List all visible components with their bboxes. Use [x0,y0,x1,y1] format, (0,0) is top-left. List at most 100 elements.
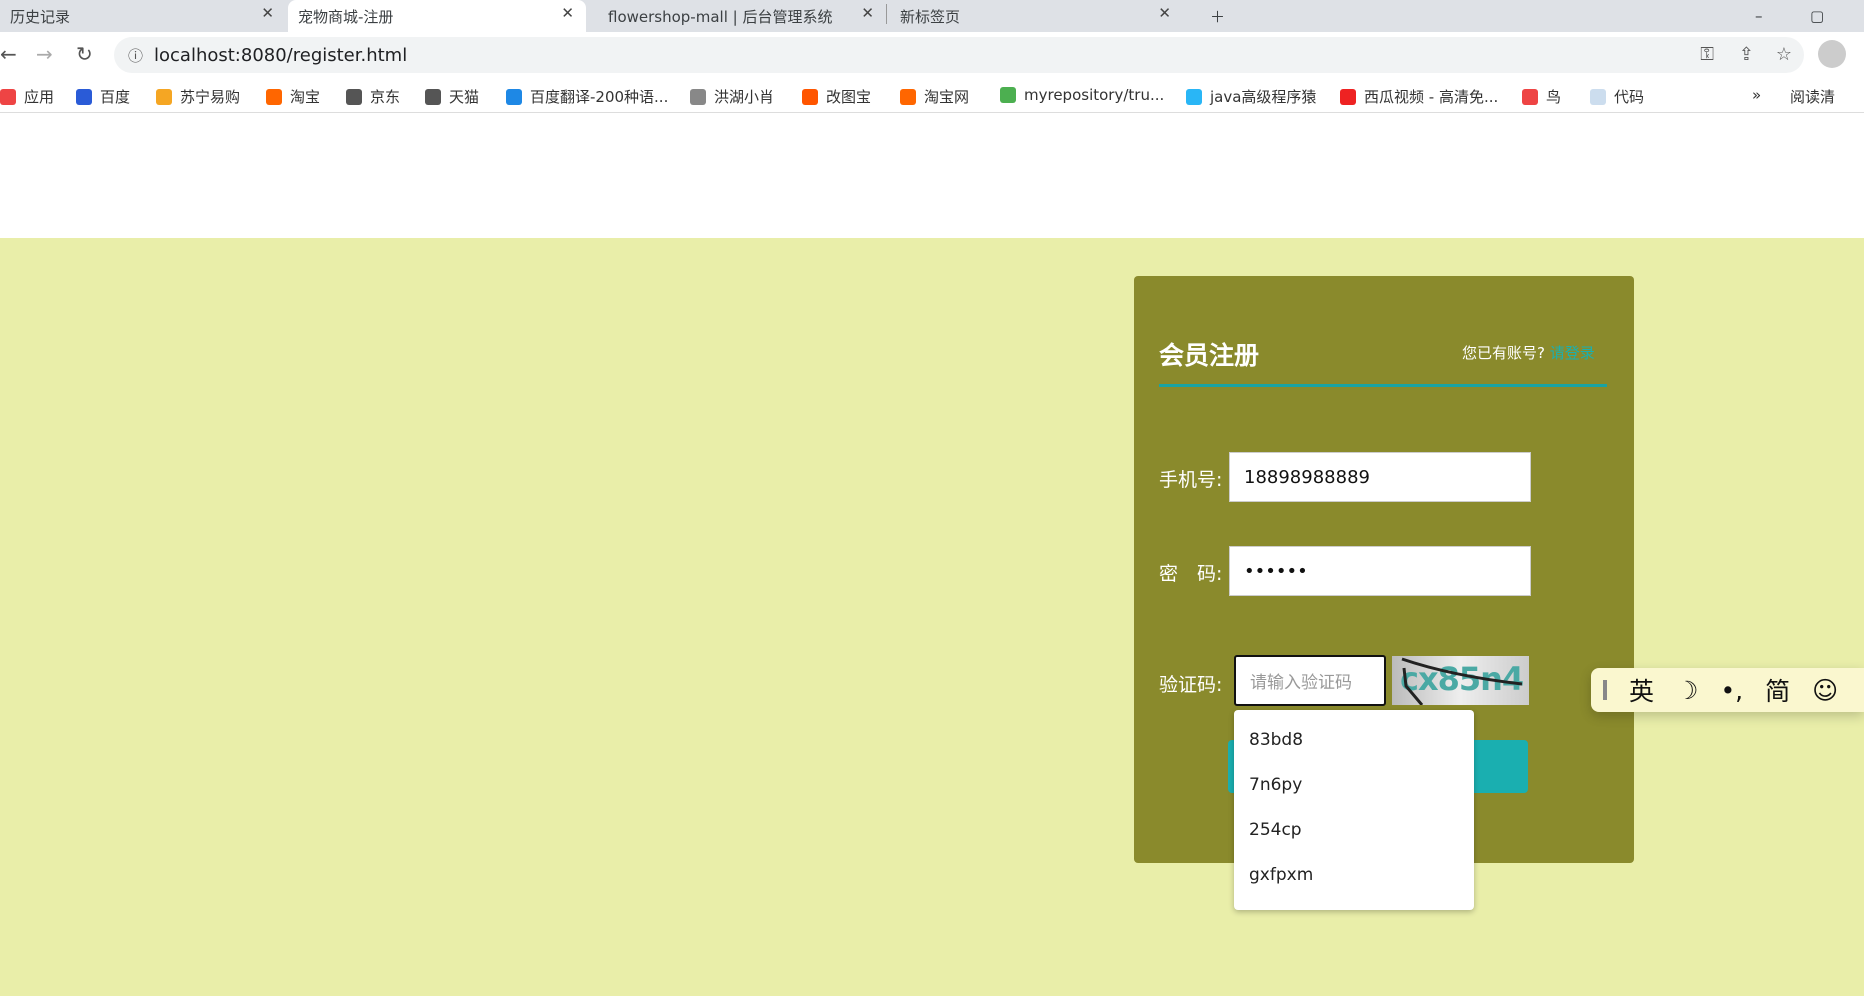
tab-flowershop[interactable]: flowershop-mall | 后台管理系统 ✕ [598,0,886,32]
bookmark-label: myrepository/tru... [1024,86,1165,104]
bookmark-icon [690,88,706,105]
bookmark-item[interactable]: 天猫 [425,86,479,107]
bookmark-icon [802,88,818,105]
bookmark-label: 西瓜视频 - 高清免... [1364,88,1499,106]
bookmark-label: 淘宝网 [924,88,970,106]
close-icon[interactable]: ✕ [561,4,574,22]
password-input[interactable]: •••••• [1229,546,1531,596]
phone-label: 手机号: [1159,469,1223,491]
bookmark-icon [266,88,282,105]
login-link[interactable]: 请登录 [1550,344,1595,362]
bookmark-icon [1340,88,1356,105]
autocomplete-option[interactable]: 83bd8 [1249,730,1303,750]
bookmark-item[interactable]: 京东 [346,86,400,107]
close-icon[interactable]: ✕ [261,4,274,22]
info-icon[interactable]: ⓘ [128,45,143,66]
captcha-image[interactable]: cx85n4 [1392,656,1529,705]
tab-label: 历史记录 [10,7,71,26]
bookmark-icon [346,88,362,105]
bookmarks-bar: 应用 百度 苏宁易购 淘宝 京东 天猫 百度翻译-200种语... 洪湖小肖 改图宝 淘宝网 myr… [0,78,1864,113]
reading-list-label: 阅读清 [1790,88,1836,106]
page-header-area [0,113,1864,238]
bookmark-item[interactable]: myrepository/tru... [1000,86,1164,104]
tab-register[interactable]: 宠物商城-注册 ✕ [288,0,586,32]
bookmark-icon [0,88,16,105]
bookmark-icon [1000,87,1016,103]
close-icon[interactable]: ✕ [861,4,874,22]
tab-history[interactable]: 历史记录 ✕ [0,0,286,32]
url-text: localhost:8080/register.html [154,44,408,66]
tab-label: 宠物商城-注册 [298,7,394,26]
close-icon[interactable]: ✕ [1158,4,1171,22]
minimize-icon[interactable]: – [1745,0,1763,32]
ime-english-toggle[interactable]: 英 [1629,672,1654,708]
bookmark-label: 苏宁易购 [180,88,241,106]
bookmark-item[interactable]: 改图宝 [802,86,871,107]
address-bar-row: ← → ↻ ⓘ localhost:8080/register.html ⚿ ⇪ … [0,32,1864,78]
profile-avatar[interactable] [1818,40,1846,68]
bookmark-label: 百度 [100,88,131,106]
bookmark-item[interactable]: 西瓜视频 - 高清免... [1340,86,1498,107]
have-account-text: 您已有账号? [1462,344,1545,362]
phone-input[interactable]: 18898988889 [1229,452,1531,502]
autocomplete-option[interactable]: 254cp [1249,820,1302,840]
tab-newtab[interactable]: 新标签页 ✕ [890,0,1183,32]
bookmark-item[interactable]: 苏宁易购 [156,86,240,107]
ime-moon-icon[interactable]: ☽ [1676,676,1698,705]
bookmark-label: 代码 [1614,88,1645,106]
key-icon[interactable]: ⚿ [1700,44,1714,65]
bookmark-item[interactable]: 百度翻译-200种语... [506,86,668,107]
bookmark-item[interactable]: 淘宝网 [900,86,969,107]
bookmark-label: 改图宝 [826,88,872,106]
bookmark-item[interactable]: java高级程序猿 [1186,86,1316,107]
bookmark-icon [425,88,441,105]
bookmark-item[interactable]: 淘宝 [266,86,320,107]
captcha-label: 验证码: [1159,674,1223,696]
bookmark-item[interactable]: 百度 [76,86,130,107]
password-label: 密 码: [1159,563,1223,585]
autocomplete-option[interactable]: 7n6py [1249,775,1302,795]
bookmark-label: 淘宝 [290,88,321,106]
bookmark-item[interactable]: 应用 [0,86,54,107]
reload-icon[interactable]: ↻ [76,42,93,66]
page-title: 会员注册 [1159,341,1260,370]
divider [1159,384,1607,387]
bookmark-item[interactable]: 鸟 [1522,86,1561,107]
autocomplete-dropdown: 83bd8 7n6py 254cp gxfpxm [1234,710,1474,910]
bookmark-item[interactable]: 代码 [1590,86,1644,107]
captcha-input[interactable]: 请输入验证码 [1234,655,1386,706]
more-bookmarks-icon[interactable]: » [1752,86,1761,104]
bookmark-icon [76,88,92,105]
restore-icon[interactable]: ▢ [1800,0,1824,32]
bookmark-icon [900,88,916,105]
ime-emoji-icon[interactable]: ☺ [1812,676,1838,705]
bookmark-label: 应用 [24,88,55,106]
bookmark-item[interactable]: 洪湖小肖 [690,86,774,107]
bookmark-icon [1590,88,1606,105]
share-icon[interactable]: ⇪ [1739,44,1754,65]
bookmark-icon [156,88,172,105]
tab-label: flowershop-mall | 后台管理系统 [608,7,833,26]
reading-list-button[interactable]: 阅读清 [1790,86,1835,107]
ime-simplified-toggle[interactable]: 简 [1765,672,1790,708]
bookmark-icon [506,88,522,105]
forward-icon[interactable]: → [36,42,53,66]
drag-handle[interactable] [1603,680,1607,700]
new-tab-button[interactable]: ＋ [1200,0,1225,32]
login-prompt: 您已有账号? 请登录 [1462,342,1595,363]
bookmark-label: java高级程序猿 [1210,88,1317,106]
bookmark-label: 京东 [370,88,401,106]
ime-punctuation-icon[interactable]: •, [1720,676,1743,705]
bookmark-label: 鸟 [1546,88,1562,106]
star-icon[interactable]: ☆ [1776,44,1792,65]
bookmark-label: 天猫 [449,88,480,106]
bookmark-label: 洪湖小肖 [714,88,775,106]
autocomplete-option[interactable]: gxfpxm [1249,865,1313,885]
bookmark-label: 百度翻译-200种语... [530,88,669,106]
url-input[interactable]: ⓘ localhost:8080/register.html ⚿ ⇪ ☆ [114,37,1804,73]
back-icon[interactable]: ← [0,42,17,66]
bookmark-icon [1522,88,1538,105]
tab-label: 新标签页 [900,7,961,26]
ime-toolbar: 英 ☽ •, 简 ☺ [1591,668,1864,712]
tab-bar: 历史记录 ✕ 宠物商城-注册 ✕ flowershop-mall | 后台管理系统 ✕… [0,0,1864,32]
